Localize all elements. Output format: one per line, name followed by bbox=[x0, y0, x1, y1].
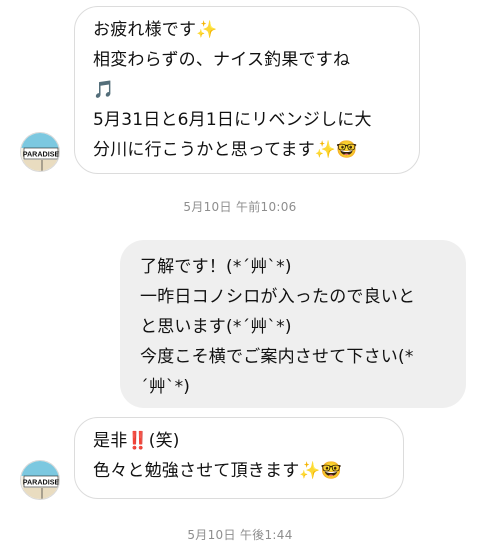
message-line: 色々と勉強させて頂きます✨🤓 bbox=[93, 461, 343, 481]
paradise-logo-icon: PARADISE bbox=[21, 461, 60, 499]
message-line: 🎵 bbox=[93, 80, 115, 100]
message-line: 分川に行こうかと思ってます✨🤓 bbox=[93, 140, 358, 160]
message-line: 相変わらずの、ナイス釣果ですね bbox=[93, 50, 351, 70]
message-line: 是非‼️(笑) bbox=[93, 431, 180, 451]
message-line: ´艸`*) bbox=[140, 377, 191, 397]
outgoing-message-bubble[interactable]: 了解です！(*´艸`*) 一昨日コノシロが入ったので良いと と思います(*´艸`… bbox=[120, 240, 466, 408]
message-line: お疲れ様です✨ bbox=[93, 20, 218, 40]
avatar-text: PARADISE bbox=[23, 478, 60, 487]
message-line: 一昨日コノシロが入ったので良いと bbox=[140, 287, 416, 307]
sender-avatar[interactable]: PARADISE bbox=[20, 132, 60, 172]
message-timestamp: 5月10日 午後1:44 bbox=[187, 528, 293, 542]
message-line: 今度こそ横でご案内させて下さい(* bbox=[140, 347, 414, 367]
incoming-message-bubble[interactable]: 是非‼️(笑) 色々と勉強させて頂きます✨🤓 bbox=[74, 417, 404, 499]
incoming-message-bubble[interactable]: お疲れ様です✨ 相変わらずの、ナイス釣果ですね 🎵 5月31日と6月1日にリベン… bbox=[74, 6, 420, 174]
paradise-logo-icon: PARADISE bbox=[21, 133, 60, 171]
message-line: 5月31日と6月1日にリベンジしに大 bbox=[93, 110, 372, 130]
sender-avatar[interactable]: PARADISE bbox=[20, 460, 60, 500]
message-line: と思います(*´艸`*) bbox=[140, 317, 292, 337]
avatar-text: PARADISE bbox=[23, 150, 60, 159]
message-line: 了解です！(*´艸`*) bbox=[140, 257, 292, 277]
message-timestamp: 5月10日 午前10:06 bbox=[183, 200, 297, 214]
